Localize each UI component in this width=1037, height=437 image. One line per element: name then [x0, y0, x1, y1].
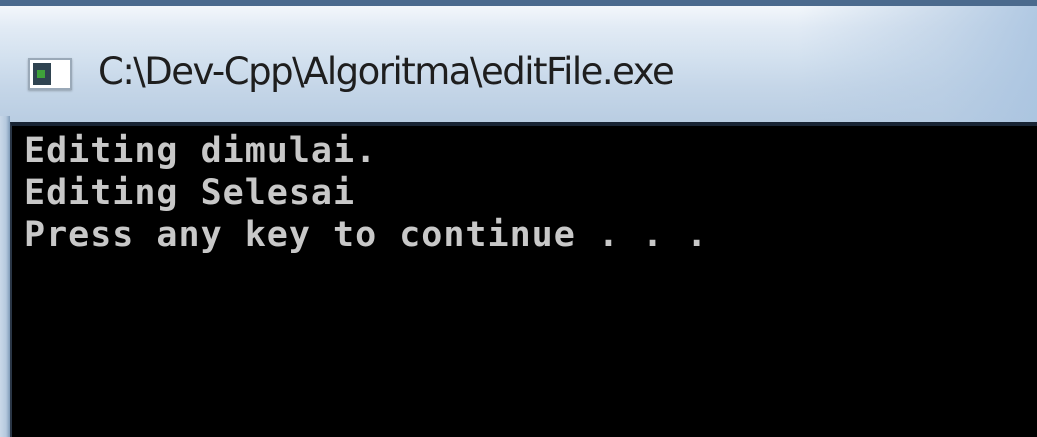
console-output-area[interactable]: Editing dimulai. Editing Selesai Press a…	[10, 122, 1037, 437]
console-line-2: Editing Selesai	[24, 173, 356, 213]
console-window: C:\Dev-Cpp\Algoritma\editFile.exe Editin…	[0, 0, 1037, 437]
console-text: Editing dimulai. Editing Selesai Press a…	[24, 130, 708, 256]
console-line-3: Press any key to continue . . .	[24, 215, 709, 255]
window-title: C:\Dev-Cpp\Algoritma\editFile.exe	[98, 50, 675, 93]
icon-accent	[37, 70, 45, 78]
window-left-border	[0, 116, 10, 437]
title-bar[interactable]: C:\Dev-Cpp\Algoritma\editFile.exe	[0, 0, 1037, 122]
console-line-1: Editing dimulai.	[24, 131, 378, 171]
console-app-icon[interactable]	[28, 58, 72, 90]
